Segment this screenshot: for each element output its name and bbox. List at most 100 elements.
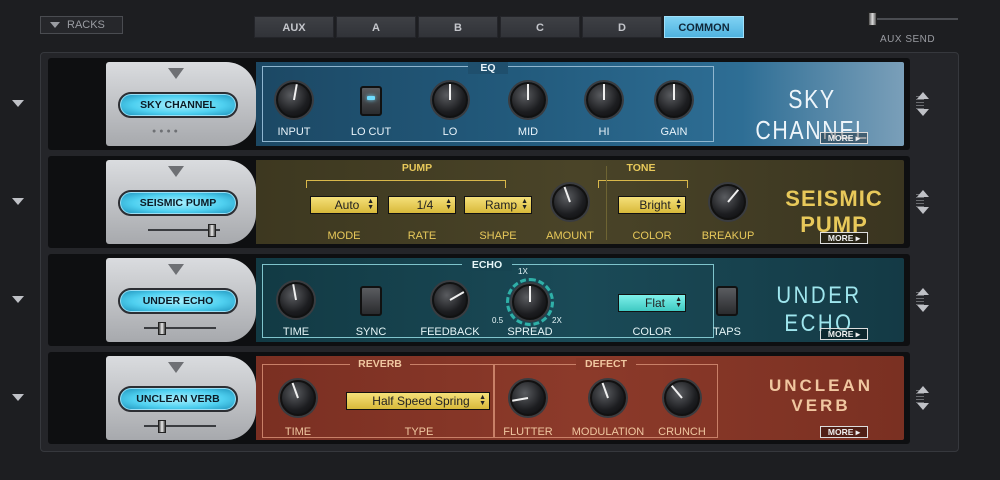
move-up-icon[interactable] <box>917 190 929 197</box>
amount-label: AMOUNT <box>546 230 594 242</box>
rack-power-button[interactable]: SEISMIC PUMP <box>118 190 238 216</box>
defect-section-title: DEFECT <box>576 358 636 370</box>
aux-send-handle[interactable] <box>868 12 877 26</box>
spread-label: SPREAD <box>507 326 553 338</box>
spinner-arrows-icon: ▲ ▼ <box>675 198 682 211</box>
gain-label: GAIN <box>660 126 688 138</box>
move-down-icon[interactable] <box>917 305 929 312</box>
rack-title: SEISMIC PUMP <box>785 186 883 237</box>
slider-thumb[interactable] <box>208 224 216 237</box>
tab-aux[interactable]: AUX <box>254 16 334 38</box>
type-label: TYPE <box>404 426 434 438</box>
more-button[interactable]: MORE ▸ <box>820 132 868 144</box>
move-down-icon[interactable] <box>917 109 929 116</box>
chevron-down-icon[interactable] <box>168 264 184 275</box>
rack-panel-under-echo: ECHO TIME SYNC FEEDBACK 1X 0.5 2X SPREAD… <box>256 258 904 342</box>
reverb-type-dropdown[interactable]: Half Speed Spring ▲ ▼ <box>346 392 490 410</box>
spinner-arrows-icon: ▲ ▼ <box>367 198 374 211</box>
tab-b[interactable]: B <box>418 16 498 38</box>
echo-section-title: ECHO <box>462 259 512 271</box>
lo-cut-label: LO CUT <box>350 126 392 138</box>
aux-send-slider[interactable]: AUX SEND <box>866 10 958 46</box>
rack-level-slider[interactable] <box>144 322 216 335</box>
move-up-icon[interactable] <box>917 92 929 99</box>
time-knob[interactable] <box>278 282 314 318</box>
rack-power-button[interactable]: UNCLEAN VERB <box>118 386 238 412</box>
expand-chevron-down-icon[interactable] <box>12 100 24 107</box>
more-button[interactable]: MORE ▸ <box>820 232 868 244</box>
time-label: TIME <box>284 426 312 438</box>
feedback-knob[interactable] <box>432 282 468 318</box>
rack-header-sky-channel: SKY CHANNEL ●●●● <box>106 62 256 146</box>
tab-common[interactable]: COMMON <box>664 16 744 38</box>
color-dropdown[interactable]: Flat ▲ ▼ <box>618 294 686 312</box>
spinner-arrows-icon: ▲ ▼ <box>479 394 486 407</box>
rack-header-unclean-verb: UNCLEAN VERB <box>106 356 256 440</box>
chevron-down-icon[interactable] <box>168 166 184 177</box>
slider-thumb[interactable] <box>158 420 166 433</box>
spread-mark-1x: 1X <box>518 267 528 276</box>
lo-cut-switch[interactable] <box>360 86 382 116</box>
crunch-label: CRUNCH <box>658 426 706 438</box>
more-button[interactable]: MORE ▸ <box>820 426 868 438</box>
flutter-knob[interactable] <box>510 380 546 416</box>
pump-section-title: PUMP <box>401 162 433 174</box>
chevron-down-icon[interactable] <box>168 68 184 79</box>
reorder-arrows <box>916 288 930 316</box>
sync-label: SYNC <box>355 326 387 338</box>
section-divider <box>606 166 607 240</box>
crunch-knob[interactable] <box>664 380 700 416</box>
chevron-down-icon[interactable] <box>168 362 184 373</box>
slider-track[interactable] <box>144 425 216 427</box>
spinner-arrows-icon: ▲ ▼ <box>445 198 452 211</box>
tab-a[interactable]: A <box>336 16 416 38</box>
move-down-icon[interactable] <box>917 403 929 410</box>
move-up-icon[interactable] <box>917 386 929 393</box>
mid-knob[interactable] <box>510 82 546 118</box>
aux-send-track[interactable] <box>870 18 958 20</box>
rack-power-button[interactable]: UNDER ECHO <box>118 288 238 314</box>
taps-switch[interactable] <box>716 286 738 316</box>
time-knob[interactable] <box>280 380 316 416</box>
flutter-label: FLUTTER <box>503 426 553 438</box>
slider-track[interactable] <box>144 327 216 329</box>
move-down-icon[interactable] <box>917 207 929 214</box>
rack-panel-sky-channel: EQ INPUT LO CUT LO MID HI GAIN SKY CHANN… <box>256 62 904 146</box>
color-dropdown[interactable]: Bright ▲ ▼ <box>618 196 686 214</box>
sync-switch[interactable] <box>360 286 382 316</box>
mode-dropdown[interactable]: Auto ▲ ▼ <box>310 196 378 214</box>
rack-power-button[interactable]: SKY CHANNEL <box>118 92 238 118</box>
feedback-label: FEEDBACK <box>420 326 480 338</box>
slider-thumb[interactable] <box>158 322 166 335</box>
rack-title-line1: UNCLEAN <box>768 376 874 395</box>
tab-c[interactable]: C <box>500 16 580 38</box>
racks-menu-button[interactable]: RACKS <box>40 16 123 34</box>
rate-value: 1/4 <box>416 198 434 212</box>
expand-chevron-down-icon[interactable] <box>12 394 24 401</box>
shape-dropdown[interactable]: Ramp ▲ ▼ <box>464 196 532 214</box>
rack-level-slider[interactable] <box>148 224 220 237</box>
rack-row-unclean-verb: UNCLEAN VERB REVERB DEFECT TIME Half Spe… <box>12 352 929 444</box>
move-up-icon[interactable] <box>917 288 929 295</box>
rack-row-sky-channel: SKY CHANNEL ●●●● EQ INPUT LO CUT LO MID … <box>12 58 929 150</box>
spread-mark-2x: 2X <box>552 316 562 325</box>
reorder-arrows <box>916 190 930 218</box>
expand-chevron-down-icon[interactable] <box>12 296 24 303</box>
rack-dots: ●●●● <box>152 128 181 135</box>
rate-dropdown[interactable]: 1/4 ▲ ▼ <box>388 196 456 214</box>
color-value: Bright <box>639 198 671 212</box>
modulation-knob[interactable] <box>590 380 626 416</box>
tab-d[interactable]: D <box>582 16 662 38</box>
expand-chevron-down-icon[interactable] <box>12 198 24 205</box>
rack-panel-unclean-verb: REVERB DEFECT TIME Half Speed Spring ▲ ▼ T… <box>256 356 904 440</box>
rack-level-slider[interactable] <box>144 420 216 433</box>
amount-knob[interactable] <box>552 184 588 220</box>
lo-knob[interactable] <box>432 82 468 118</box>
aux-racks-window: RACKS AUX A B C D COMMON AUX SEND SKY CH… <box>0 0 1000 480</box>
more-button[interactable]: MORE ▸ <box>820 328 868 340</box>
gain-knob[interactable] <box>656 82 692 118</box>
spread-knob[interactable] <box>512 284 548 320</box>
breakup-knob[interactable] <box>710 184 746 220</box>
hi-knob[interactable] <box>586 82 622 118</box>
input-knob[interactable] <box>276 82 312 118</box>
